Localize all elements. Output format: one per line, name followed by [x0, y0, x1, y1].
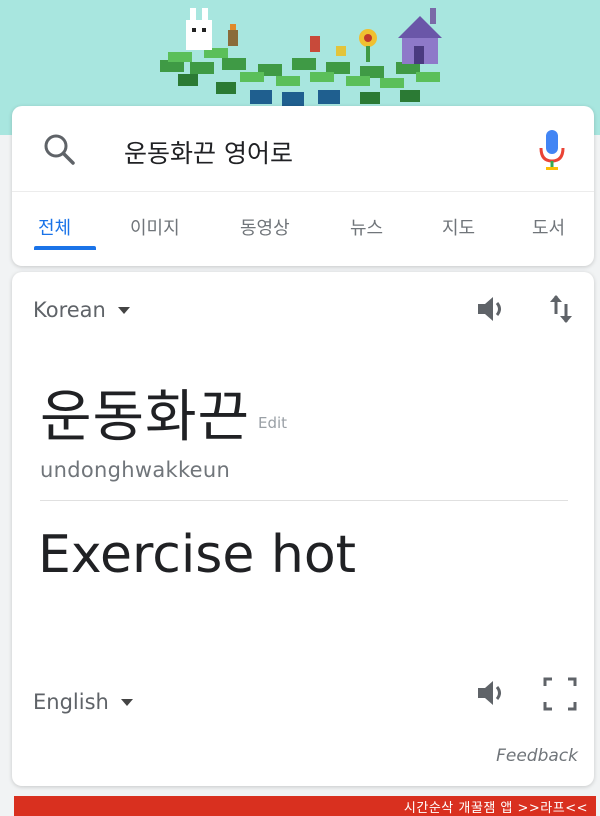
source-language-select[interactable]: Korean	[33, 298, 130, 322]
banner-text: 시간순삭 개꿀잼 앱 >>라프<<	[403, 801, 588, 816]
target-language-label: English	[33, 690, 109, 714]
speaker-icon[interactable]	[474, 676, 508, 710]
chevron-down-icon	[120, 698, 133, 706]
tab-news[interactable]: 뉴스	[350, 214, 383, 240]
search-icon[interactable]	[42, 132, 78, 168]
speaker-icon[interactable]	[474, 292, 508, 326]
swap-languages-icon[interactable]	[546, 292, 576, 326]
active-tab-indicator	[34, 246, 96, 250]
tab-videos[interactable]: 동영상	[240, 214, 290, 240]
search-bar[interactable]: 운동화끈 영어로	[12, 106, 594, 192]
tab-maps[interactable]: 지도	[442, 214, 475, 240]
translate-card: Korean 운동화끈 Edit undonghwakkeun Exercise…	[12, 272, 594, 786]
mic-icon[interactable]	[538, 128, 566, 172]
source-text[interactable]: 운동화끈	[40, 372, 250, 453]
feedback-link[interactable]: Feedback	[496, 746, 578, 766]
source-language-label: Korean	[33, 298, 106, 322]
search-tabs: 전체 이미지 동영상 뉴스 지도 도서	[12, 192, 594, 252]
ad-banner[interactable]: 시간순삭 개꿀잼 앱 >>라프<<	[14, 796, 596, 816]
edit-link[interactable]: Edit	[258, 414, 287, 432]
search-input[interactable]: 운동화끈 영어로	[124, 134, 293, 170]
search-card: 운동화끈 영어로 전체 이미지 동영상 뉴스 지도 도서	[12, 106, 594, 266]
translated-text: Exercise hot	[38, 525, 357, 585]
romanization-text: undonghwakkeun	[40, 458, 231, 482]
target-language-select[interactable]: English	[33, 690, 133, 714]
tab-images[interactable]: 이미지	[130, 214, 180, 240]
chevron-down-icon	[117, 306, 130, 314]
tab-books[interactable]: 도서	[532, 214, 565, 240]
expand-icon[interactable]	[542, 676, 578, 712]
divider	[40, 500, 568, 501]
tab-all[interactable]: 전체	[38, 214, 71, 240]
